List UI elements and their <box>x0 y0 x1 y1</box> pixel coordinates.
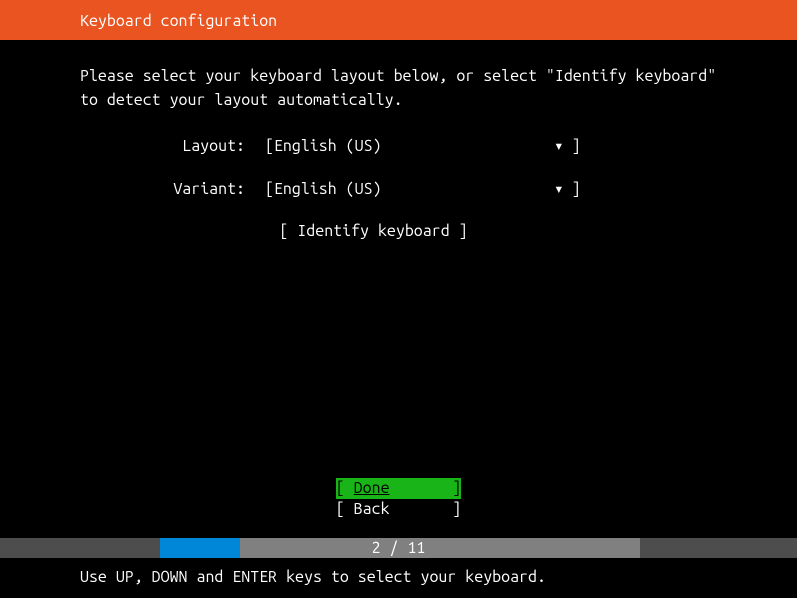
back-button[interactable]: [ Back ] <box>336 499 461 520</box>
nav-buttons: [ Done ] [ Back ] <box>0 478 797 520</box>
bracket-close: ] <box>450 222 468 240</box>
done-button[interactable]: [ Done ] <box>336 478 461 499</box>
header-bar: Keyboard configuration <box>0 0 797 40</box>
chevron-down-icon: ▾ <box>554 136 564 155</box>
layout-row: Layout: [ English (US) ▾ ] <box>80 136 717 155</box>
chevron-down-icon: ▾ <box>554 179 564 198</box>
bracket-open: [ <box>265 137 274 155</box>
variant-value: English (US) <box>274 180 554 198</box>
layout-value: English (US) <box>274 137 554 155</box>
page-title: Keyboard configuration <box>80 12 277 30</box>
main-content: Please select your keyboard layout below… <box>0 40 797 240</box>
footer-hint: Use UP, DOWN and ENTER keys to select yo… <box>80 568 546 586</box>
bracket-open: [ <box>265 180 274 198</box>
identify-label: Identify keyboard <box>297 222 449 240</box>
progress-text: 2 / 11 <box>0 539 797 557</box>
variant-label: Variant: <box>80 180 265 198</box>
back-label: Back <box>354 500 390 518</box>
bracket-open: [ <box>279 222 297 240</box>
instructions-text: Please select your keyboard layout below… <box>80 64 717 112</box>
bracket-close: ] <box>572 137 581 155</box>
bracket-close: ] <box>572 180 581 198</box>
layout-select[interactable]: [ English (US) ▾ ] <box>265 136 581 155</box>
variant-select[interactable]: [ English (US) ▾ ] <box>265 179 581 198</box>
identify-row: [ Identify keyboard ] <box>30 222 717 240</box>
progress-bar: 2 / 11 <box>0 538 797 558</box>
layout-label: Layout: <box>80 137 265 155</box>
variant-row: Variant: [ English (US) ▾ ] <box>80 179 717 198</box>
identify-button[interactable]: [ Identify keyboard ] <box>279 222 467 240</box>
done-label: Done <box>354 479 390 497</box>
